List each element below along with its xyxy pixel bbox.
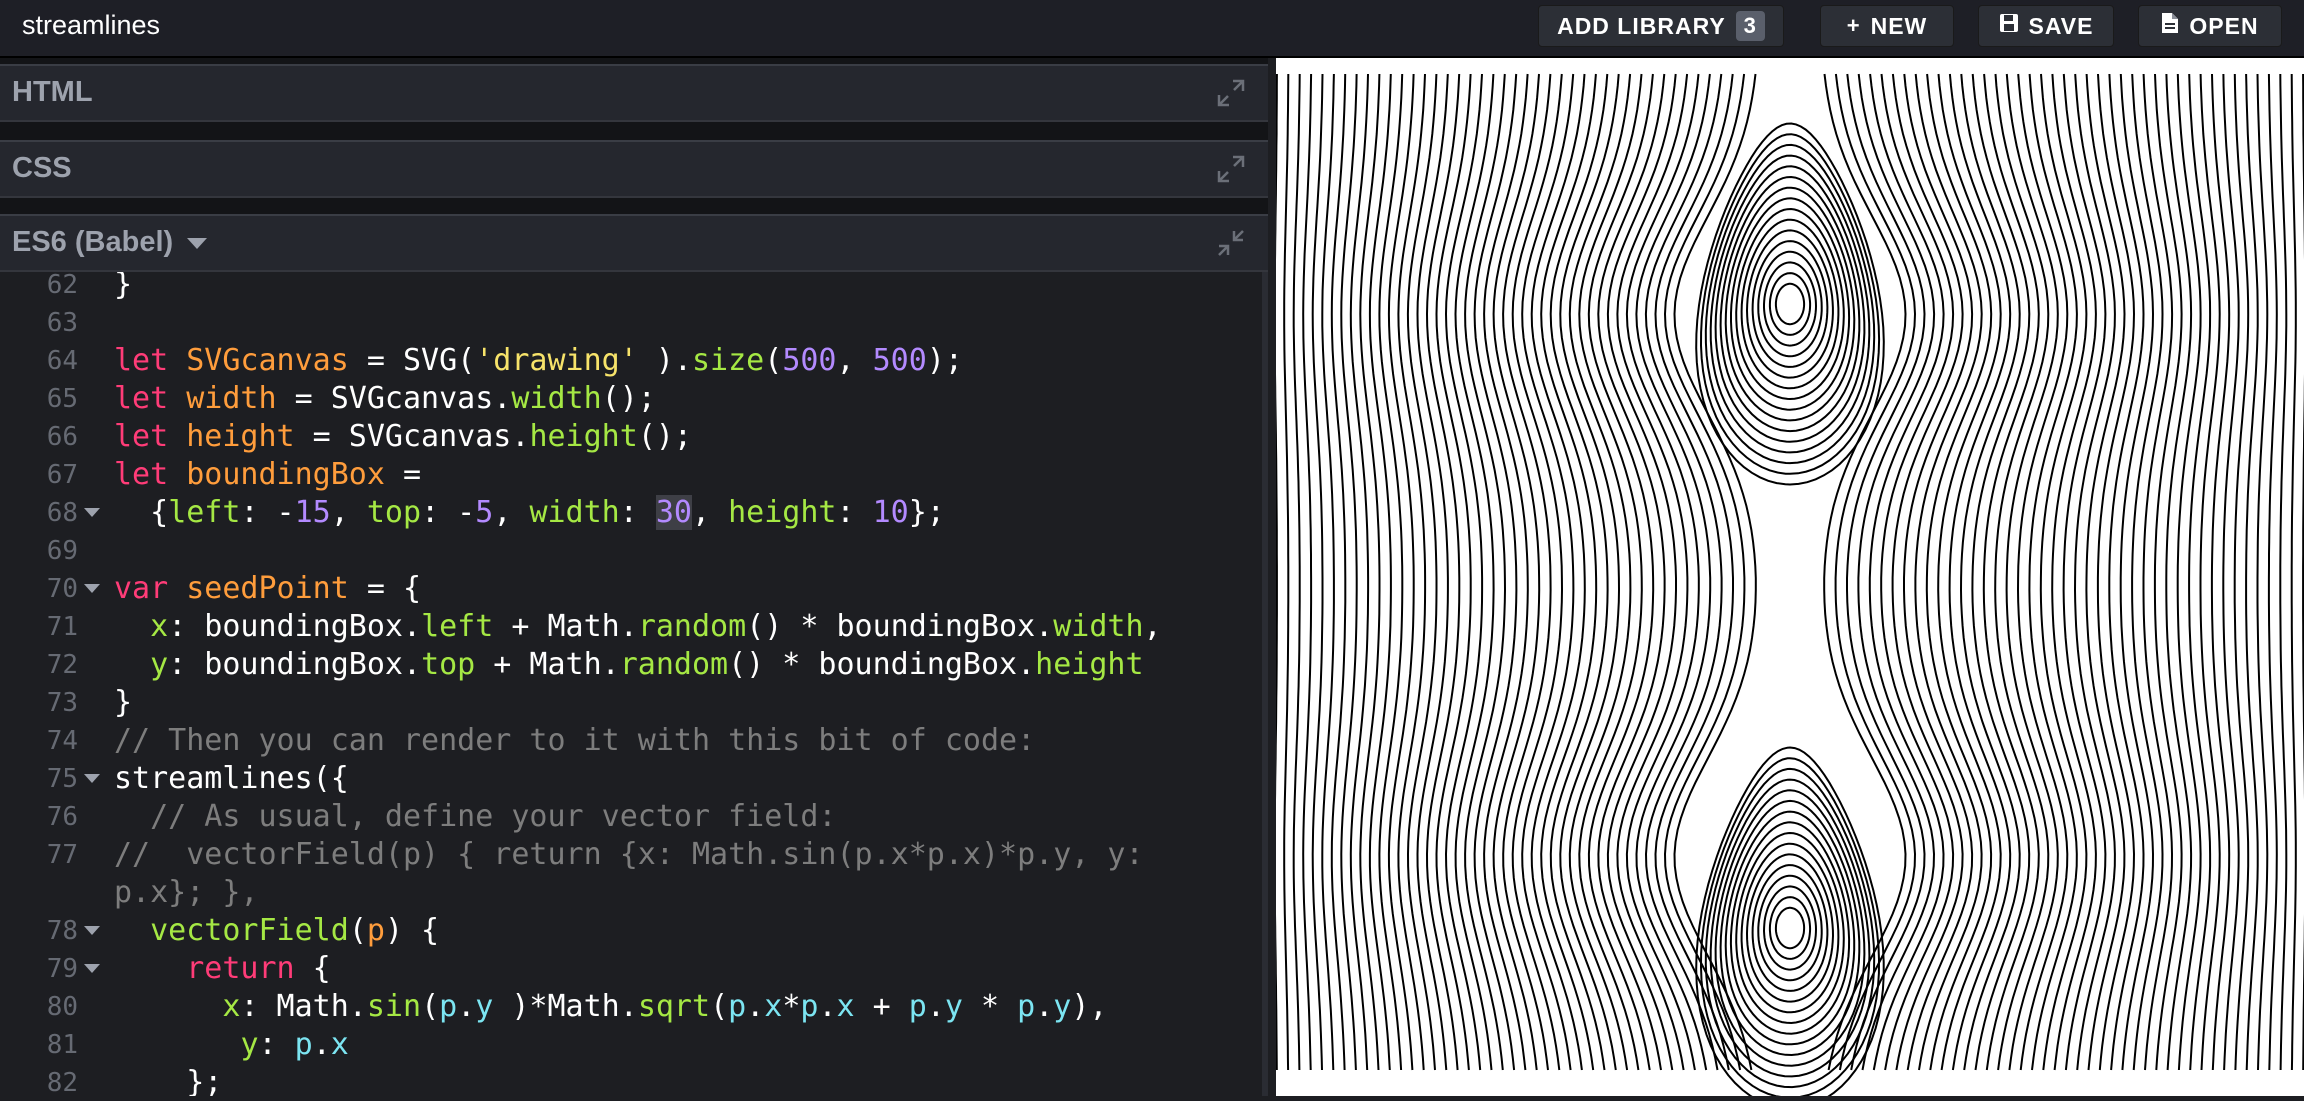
code-line[interactable]: 79 return {	[0, 950, 1262, 988]
line-number: 73	[46, 688, 78, 718]
code-text: }	[114, 272, 133, 302]
code-line[interactable]: 62}	[0, 272, 1262, 304]
code-line[interactable]: 77 // vectorField(p) { return {x: Math.si…	[0, 836, 1262, 874]
add-library-label: ADD LIBRARY	[1557, 12, 1726, 39]
css-panel-header[interactable]: CSS	[0, 140, 1268, 198]
app-title: streamlines	[22, 10, 161, 40]
line-number: 74	[46, 726, 78, 756]
code-text: p.x}; },	[114, 875, 259, 910]
line-number: 65	[46, 384, 78, 414]
line-number: 77	[46, 840, 78, 870]
code-line[interactable]: 82 };	[0, 1064, 1262, 1096]
editor-scrollbar[interactable]	[1262, 272, 1268, 1096]
new-button[interactable]: + NEW	[1820, 5, 1954, 47]
library-count-badge: 3	[1735, 11, 1765, 41]
collapse-js-icon[interactable]	[1216, 228, 1246, 258]
code-text: var seedPoint = {	[114, 571, 422, 606]
line-number: 78	[46, 916, 78, 946]
document-icon	[2161, 12, 2179, 40]
code-text: vectorField(p) {	[150, 913, 440, 948]
code-text: // Then you can render to it with this b…	[114, 723, 1036, 758]
code-text: let boundingBox =	[114, 457, 422, 492]
floppy-disk-icon	[1999, 13, 2019, 39]
line-number: 72	[46, 650, 78, 680]
fold-arrow-icon[interactable]	[84, 964, 100, 973]
streamlines-drawing	[1264, 73, 2304, 1101]
code-line[interactable]: 81 y: p.x	[0, 1026, 1262, 1064]
line-number: 81	[46, 1030, 78, 1060]
plus-icon: +	[1846, 13, 1861, 38]
code-line[interactable]: 64 let SVGcanvas = SVG('drawing' ).size(5…	[0, 342, 1262, 380]
code-text: return {	[186, 951, 331, 986]
line-number: 82	[46, 1068, 78, 1096]
code-line[interactable]: 74 // Then you can render to it with this…	[0, 722, 1262, 760]
line-number: 75	[46, 764, 78, 794]
code-line[interactable]: 78 vectorField(p) {	[0, 912, 1262, 950]
code-line[interactable]: 71 x: boundingBox.left + Math.random() *…	[0, 608, 1262, 646]
new-label: NEW	[1870, 12, 1928, 39]
code-line[interactable]: 69	[0, 532, 1262, 570]
fold-arrow-icon[interactable]	[84, 584, 100, 593]
html-panel-label: HTML	[12, 76, 93, 108]
code-line[interactable]: 67 let boundingBox =	[0, 456, 1262, 494]
line-number: 67	[46, 460, 78, 490]
line-number: 76	[46, 802, 78, 832]
code-line[interactable]: 73}	[0, 684, 1262, 722]
code-text: };	[114, 1065, 223, 1096]
expand-html-icon[interactable]	[1216, 78, 1246, 108]
code-line[interactable]: 76 // As usual, define your vector field…	[0, 798, 1262, 836]
code-text: let height = SVGcanvas.height();	[114, 419, 692, 454]
code-text: y: p.x	[240, 1027, 349, 1062]
code-text: streamlines({	[114, 761, 349, 796]
chevron-down-icon[interactable]	[187, 237, 208, 249]
fold-arrow-icon[interactable]	[84, 508, 100, 517]
line-number: 71	[46, 612, 78, 642]
fold-arrow-icon[interactable]	[84, 774, 100, 783]
code-line[interactable]: 70 var seedPoint = {	[0, 570, 1262, 608]
code-text: x: Math.sin(p.y )*Math.sqrt(p.x*p.x + p.…	[222, 989, 1108, 1024]
line-number: 68	[46, 498, 78, 528]
code-line[interactable]: 63	[0, 304, 1262, 342]
add-library-button[interactable]: ADD LIBRARY 3	[1538, 5, 1784, 47]
code-text: let width = SVGcanvas.width();	[114, 381, 656, 416]
line-number: 69	[46, 536, 78, 566]
code-text: // vectorField(p) { return {x: Math.sin(…	[114, 837, 1144, 872]
js-panel-label[interactable]: ES6 (Babel)	[12, 226, 208, 259]
fold-arrow-icon[interactable]	[84, 926, 100, 935]
code-line[interactable]: 72 y: boundingBox.top + Math.random() * …	[0, 646, 1262, 684]
open-button[interactable]: OPEN	[2138, 5, 2282, 47]
line-number: 64	[46, 346, 78, 376]
code-text: x: boundingBox.left + Math.random() * bo…	[150, 609, 1162, 644]
save-label: SAVE	[2028, 12, 2094, 39]
open-label: OPEN	[2189, 12, 2259, 39]
code-line[interactable]: 75 streamlines({	[0, 760, 1262, 798]
code-text: let SVGcanvas = SVG('drawing' ).size(500…	[114, 343, 963, 378]
code-line[interactable]: 68 {left: -15, top: -5, width: 30, heigh…	[0, 494, 1262, 532]
js-code-editor[interactable]: 62} 63 64 let SVGcanvas = SVG('drawing' ).s…	[0, 272, 1262, 1096]
line-number: 62	[46, 272, 78, 300]
preview-pane	[1264, 58, 2304, 1101]
css-panel-label: CSS	[12, 152, 72, 184]
code-line[interactable]: 66 let height = SVGcanvas.height();	[0, 418, 1262, 456]
line-number: 80	[46, 992, 78, 1022]
save-button[interactable]: SAVE	[1978, 5, 2114, 47]
line-number: 70	[46, 574, 78, 604]
expand-css-icon[interactable]	[1216, 154, 1246, 184]
code-text: {left: -15, top: -5, width: 30, height: …	[114, 495, 945, 530]
code-text: // As usual, define your vector field:	[114, 799, 837, 834]
js-panel-header[interactable]: ES6 (Babel)	[0, 214, 1268, 272]
top-bar: streamlines ADD LIBRARY 3 + NEW SAVE OPE…	[0, 0, 2304, 58]
line-number: 63	[46, 308, 78, 338]
code-text: }	[114, 685, 133, 720]
code-text: y: boundingBox.top + Math.random() * bou…	[150, 647, 1144, 682]
code-line[interactable]: 80 x: Math.sin(p.y )*Math.sqrt(p.x*p.x +…	[0, 988, 1262, 1026]
line-number: 66	[46, 422, 78, 452]
html-panel-header[interactable]: HTML	[0, 64, 1268, 122]
code-line[interactable]: p.x}; },	[0, 874, 1262, 912]
code-line[interactable]: 65 let width = SVGcanvas.width();	[0, 380, 1262, 418]
line-number: 79	[46, 954, 78, 984]
js-preprocessor-label: ES6 (Babel)	[12, 226, 174, 258]
